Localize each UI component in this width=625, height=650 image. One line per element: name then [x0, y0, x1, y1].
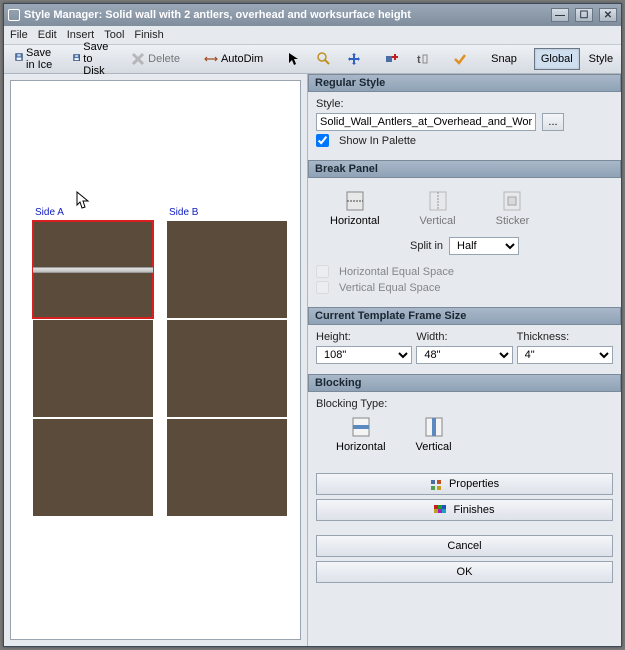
- panel-b2[interactable]: [167, 320, 287, 417]
- style-input[interactable]: [316, 113, 536, 131]
- svg-text:t: t: [417, 54, 421, 66]
- properties-icon: [430, 478, 442, 490]
- pan-tool[interactable]: [340, 48, 368, 70]
- check-tool[interactable]: [446, 48, 474, 70]
- menu-file[interactable]: File: [10, 29, 28, 41]
- toolbar: Save in Ice Save to Disk Delete AutoDim …: [4, 44, 621, 74]
- v-equal-checkbox: [316, 281, 329, 294]
- text-tool[interactable]: t: [408, 48, 436, 70]
- properties-button[interactable]: Properties: [316, 473, 613, 495]
- split-line: [33, 267, 153, 273]
- pointer-tool[interactable]: [280, 48, 308, 70]
- panel-a3[interactable]: [33, 419, 153, 516]
- ok-button[interactable]: OK: [316, 561, 613, 583]
- disk-icon: [15, 52, 23, 66]
- side-a-column: [33, 221, 153, 518]
- blocking-header: Blocking: [308, 374, 621, 392]
- width-select[interactable]: 48": [416, 346, 512, 364]
- plus-icon: [385, 52, 399, 66]
- snap-button[interactable]: Snap: [484, 48, 524, 70]
- finishes-icon: [434, 504, 446, 516]
- text-icon: t: [415, 52, 429, 66]
- horizontal-break-icon: [343, 190, 367, 212]
- thickness-select[interactable]: 4": [517, 346, 613, 364]
- maximize-button[interactable]: ☐: [575, 8, 593, 22]
- magnifier-icon: [317, 52, 331, 66]
- disk-icon: [73, 52, 80, 66]
- height-select[interactable]: 108": [316, 346, 412, 364]
- vertical-break-icon: [426, 190, 450, 212]
- split-in-select[interactable]: Half: [449, 237, 519, 255]
- blocking-vertical-button[interactable]: Vertical: [416, 416, 452, 453]
- show-in-palette-label: Show In Palette: [339, 135, 416, 147]
- close-button[interactable]: ✕: [599, 8, 617, 22]
- width-label: Width:: [416, 331, 512, 343]
- menu-finish[interactable]: Finish: [134, 29, 163, 41]
- side-a-label: Side A: [35, 207, 64, 218]
- app-icon: [8, 9, 20, 21]
- window-title: Style Manager: Solid wall with 2 antlers…: [24, 9, 545, 21]
- panel-b3[interactable]: [167, 419, 287, 516]
- split-in-label: Split in: [410, 240, 443, 252]
- global-button[interactable]: Global: [534, 48, 580, 70]
- menu-insert[interactable]: Insert: [67, 29, 95, 41]
- canvas[interactable]: Side A Side B: [10, 80, 301, 640]
- break-vertical-button[interactable]: Vertical: [420, 190, 456, 227]
- regular-style-header: Regular Style: [308, 74, 621, 92]
- minimize-button[interactable]: —: [551, 8, 569, 22]
- finishes-button[interactable]: Finishes: [316, 499, 613, 521]
- cancel-button[interactable]: Cancel: [316, 535, 613, 557]
- titlebar[interactable]: Style Manager: Solid wall with 2 antlers…: [4, 4, 621, 26]
- sticker-icon: [500, 190, 524, 212]
- thickness-label: Thickness:: [517, 331, 613, 343]
- blocking-horizontal-button[interactable]: Horizontal: [336, 416, 386, 453]
- menu-tool[interactable]: Tool: [104, 29, 124, 41]
- vertical-blocking-icon: [422, 416, 446, 438]
- save-to-disk-button[interactable]: Save to Disk: [66, 48, 122, 70]
- show-in-palette-checkbox[interactable]: [316, 134, 329, 147]
- canvas-area: Side A Side B: [4, 74, 307, 646]
- dimension-icon: [204, 52, 218, 66]
- panel-a1[interactable]: [33, 221, 153, 318]
- style-button[interactable]: Style: [582, 48, 620, 70]
- menu-edit[interactable]: Edit: [38, 29, 57, 41]
- delete-icon: [131, 52, 145, 66]
- break-panel-header: Break Panel: [308, 160, 621, 178]
- style-browse-button[interactable]: ...: [542, 113, 564, 131]
- horizontal-blocking-icon: [349, 416, 373, 438]
- break-sticker-button[interactable]: Sticker: [496, 190, 530, 227]
- style-manager-window: Style Manager: Solid wall with 2 antlers…: [3, 3, 622, 647]
- add-tool[interactable]: [378, 48, 406, 70]
- panel-a2[interactable]: [33, 320, 153, 417]
- break-horizontal-button[interactable]: Horizontal: [330, 190, 380, 227]
- v-equal-label: Vertical Equal Space: [339, 282, 441, 294]
- h-equal-label: Horizontal Equal Space: [339, 266, 454, 278]
- side-b-label: Side B: [169, 207, 198, 218]
- cursor-icon: [76, 191, 90, 209]
- h-equal-checkbox: [316, 265, 329, 278]
- delete-button[interactable]: Delete: [124, 48, 187, 70]
- properties-panel: Regular Style Style: ... Show In Palette…: [307, 74, 621, 646]
- style-label: Style:: [316, 98, 613, 110]
- frame-size-header: Current Template Frame Size: [308, 307, 621, 325]
- content-area: Side A Side B Regular Style Style:: [4, 74, 621, 646]
- panel-b1[interactable]: [167, 221, 287, 318]
- zoom-tool[interactable]: [310, 48, 338, 70]
- blocking-type-label: Blocking Type:: [316, 398, 613, 410]
- height-label: Height:: [316, 331, 412, 343]
- move-icon: [347, 52, 361, 66]
- save-in-ice-button[interactable]: Save in Ice: [8, 48, 64, 70]
- pointer-icon: [287, 52, 301, 66]
- side-b-column: [167, 221, 287, 518]
- check-icon: [453, 52, 467, 66]
- autodim-button[interactable]: AutoDim: [197, 48, 270, 70]
